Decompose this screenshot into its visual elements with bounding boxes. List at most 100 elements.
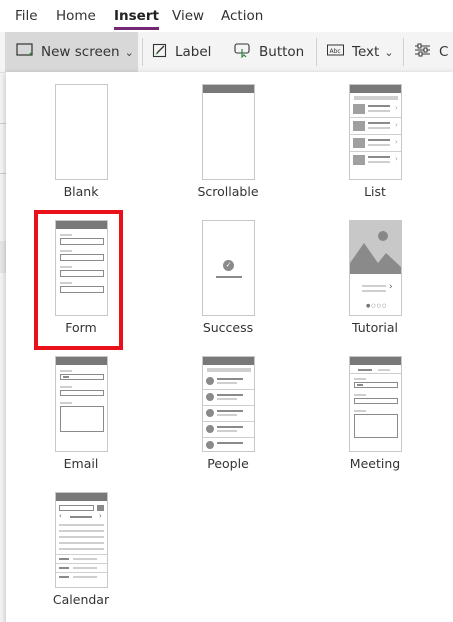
field-label <box>354 410 366 412</box>
label-button[interactable]: Label <box>152 32 211 72</box>
field-label <box>60 266 72 268</box>
message-box <box>60 406 104 432</box>
label-icon <box>152 42 168 62</box>
calendar-thumbnail: ‹ › <box>55 492 108 588</box>
section-divider <box>56 554 107 555</box>
button-icon <box>234 42 252 62</box>
tab-divider <box>350 373 401 374</box>
week-row <box>59 542 104 544</box>
avatar <box>206 393 214 401</box>
layout-success[interactable]: ✓ Success <box>168 208 288 336</box>
success-message <box>216 276 242 278</box>
week-row <box>59 536 104 538</box>
layout-meeting[interactable]: Meeting <box>315 344 435 472</box>
row-title <box>368 122 390 124</box>
person-name <box>217 426 243 428</box>
event-time <box>59 576 69 578</box>
row-chevron-icon: › <box>395 138 398 146</box>
field-label <box>60 282 72 284</box>
row-divider <box>203 405 254 406</box>
week-row <box>59 530 104 532</box>
people-thumbnail <box>202 356 255 452</box>
page-dots-icon: ●○○○ <box>366 303 388 309</box>
field-label <box>354 394 366 396</box>
header-bar <box>350 357 401 365</box>
layout-scrollable[interactable]: Scrollable <box>168 72 288 200</box>
layout-calendar[interactable]: ‹ › Calendar <box>21 480 141 608</box>
field-box <box>60 270 104 277</box>
meeting-tab <box>378 369 390 371</box>
menu-action[interactable]: Action <box>221 0 263 32</box>
insert-ribbon: New screen ⌄ Label Button Abc Text ⌄ C <box>0 32 453 73</box>
field-box <box>60 286 104 293</box>
row-image <box>353 121 365 131</box>
chevron-down-icon: ⌄ <box>124 45 134 59</box>
layout-label: Meeting <box>349 456 401 471</box>
button-button[interactable]: Button <box>234 32 304 72</box>
person-name <box>217 378 243 380</box>
avatar <box>206 377 214 385</box>
layout-label: Tutorial <box>352 320 398 335</box>
row-divider <box>56 563 107 564</box>
form-thumbnail <box>55 220 108 316</box>
row-chevron-icon: › <box>395 104 398 112</box>
menu-insert[interactable]: Insert <box>114 0 159 32</box>
person-name <box>217 442 243 444</box>
button-button-label: Button <box>259 44 305 60</box>
event-time <box>59 558 69 560</box>
month-title <box>70 516 92 518</box>
field-value <box>357 384 363 386</box>
controls-button[interactable]: C <box>414 32 453 72</box>
row-divider <box>350 117 401 118</box>
controls-button-label: C <box>439 44 449 60</box>
ribbon-separator <box>316 38 317 66</box>
prev-month-icon: ‹ <box>59 512 62 520</box>
email-thumbnail <box>55 356 108 452</box>
field-label <box>60 370 72 372</box>
layout-label: Success <box>202 320 254 335</box>
layout-list[interactable]: › › › › List <box>315 72 435 200</box>
meeting-thumbnail <box>349 356 402 452</box>
person-name <box>217 410 243 412</box>
field-label <box>60 234 72 236</box>
field-box <box>60 238 104 245</box>
row-subtitle <box>368 161 390 163</box>
event-title <box>73 567 97 569</box>
field-label <box>60 402 72 404</box>
meeting-tab <box>358 369 372 371</box>
layout-label: People <box>207 456 249 471</box>
new-screen-dropdown: Blank Scrollable › › › › List Form ✓ Suc… <box>6 72 453 622</box>
layout-label: Email <box>63 456 99 471</box>
row-divider <box>350 134 401 135</box>
row-title <box>368 156 390 158</box>
field-label <box>354 378 366 380</box>
header-bar <box>203 85 254 93</box>
header-bar <box>203 357 254 365</box>
layout-form[interactable]: Form <box>21 208 141 336</box>
menu-view[interactable]: View <box>172 0 204 32</box>
next-month-icon: › <box>99 512 102 520</box>
text-button[interactable]: Abc Text ⌄ <box>327 32 394 72</box>
new-screen-button[interactable]: New screen ⌄ <box>5 32 138 72</box>
event-title <box>73 576 97 578</box>
list-thumbnail: › › › › <box>349 84 402 180</box>
scrollable-thumbnail <box>202 84 255 180</box>
layout-tutorial[interactable]: › ●○○○ Tutorial <box>315 208 435 336</box>
row-title <box>368 139 390 141</box>
menu-file[interactable]: File <box>15 0 38 32</box>
row-subtitle <box>368 110 390 112</box>
layout-people[interactable]: People <box>168 344 288 472</box>
svg-text:Abc: Abc <box>330 48 341 55</box>
row-subtitle <box>368 144 390 146</box>
menu-home[interactable]: Home <box>56 0 96 32</box>
row-subtitle <box>368 127 390 129</box>
layout-email[interactable]: Email <box>21 344 141 472</box>
blank-thumbnail <box>55 84 108 180</box>
layout-blank[interactable]: Blank <box>21 72 141 200</box>
image-placeholder-icon <box>350 221 401 274</box>
next-chevron-icon: › <box>389 282 393 292</box>
row-image <box>353 138 365 148</box>
field-box <box>60 390 104 396</box>
search-bar <box>354 96 398 100</box>
tutorial-thumbnail: › ●○○○ <box>349 220 402 316</box>
